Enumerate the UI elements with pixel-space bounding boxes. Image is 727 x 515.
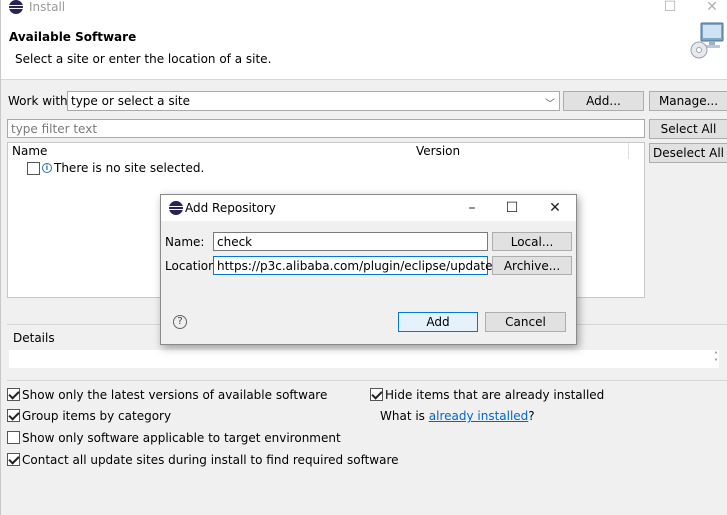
- filter-input[interactable]: type filter text: [7, 119, 645, 138]
- table-row-checkbox[interactable]: [27, 162, 40, 175]
- latest-versions-label[interactable]: Show only the latest versions of availab…: [22, 388, 327, 402]
- location-label: Location:: [165, 259, 220, 273]
- work-with-input[interactable]: type or select a site: [71, 94, 190, 108]
- work-with-combo[interactable]: type or select a site ﹀: [67, 91, 560, 111]
- select-all-button[interactable]: Select All: [649, 119, 727, 139]
- dialog-title: Add Repository: [185, 201, 276, 215]
- eclipse-logo-icon: [169, 201, 183, 215]
- target-environment-label[interactable]: Show only software applicable to target …: [22, 431, 341, 445]
- maximize-icon[interactable]: ☐: [503, 199, 521, 217]
- eclipse-logo-icon: [9, 0, 23, 14]
- column-header-version[interactable]: Version: [416, 144, 460, 158]
- options-separator: [7, 380, 727, 381]
- column-divider: [628, 143, 629, 159]
- group-by-category-label[interactable]: Group items by category: [22, 409, 171, 423]
- details-label: Details: [13, 331, 55, 345]
- minimize-icon[interactable]: –: [463, 199, 481, 217]
- help-icon[interactable]: ?: [173, 315, 187, 329]
- archive-button[interactable]: Archive...: [492, 256, 572, 275]
- what-is-installed-text: What is already installed?: [380, 409, 535, 423]
- latest-versions-checkbox[interactable]: [7, 388, 20, 401]
- window-title: Install: [29, 0, 66, 14]
- column-header-name[interactable]: Name: [12, 144, 47, 158]
- location-field[interactable]: https://p3c.alibaba.com/plugin/eclipse/u…: [213, 256, 493, 275]
- close-icon[interactable]: ✕: [704, 0, 720, 16]
- info-icon: i: [42, 163, 52, 173]
- add-button[interactable]: Add: [398, 312, 478, 332]
- close-icon[interactable]: ✕: [546, 199, 564, 217]
- deselect-all-button[interactable]: Deselect All: [649, 143, 727, 163]
- contact-sites-label[interactable]: Contact all update sites during install …: [22, 453, 399, 467]
- maximize-icon[interactable]: ☐: [662, 0, 678, 16]
- dialog-title-bar: Add Repository – ☐ ✕: [161, 195, 576, 221]
- work-with-label: Work with:: [8, 94, 72, 108]
- details-scroll-icon[interactable]: ˄ ˅: [714, 352, 718, 367]
- name-label: Name:: [165, 235, 205, 249]
- manage-button[interactable]: Manage...: [649, 91, 727, 111]
- wizard-header: Available Software Select a site or ente…: [1, 16, 727, 80]
- add-repository-dialog: Add Repository – ☐ ✕ Name: check Local..…: [160, 194, 577, 345]
- page-subtitle: Select a site or enter the location of a…: [15, 52, 272, 66]
- add-site-button[interactable]: Add...: [563, 91, 644, 111]
- page-title: Available Software: [9, 30, 137, 44]
- already-installed-link[interactable]: already installed: [429, 409, 529, 423]
- install-window: Install ☐ ✕ Available Software Select a …: [0, 0, 727, 515]
- cancel-button[interactable]: Cancel: [485, 312, 566, 332]
- hide-installed-checkbox[interactable]: [370, 388, 383, 401]
- group-by-category-checkbox[interactable]: [7, 409, 20, 422]
- filter-placeholder: type filter text: [11, 122, 98, 136]
- name-field[interactable]: check: [213, 232, 488, 251]
- contact-sites-checkbox[interactable]: [7, 453, 20, 466]
- location-value: https://p3c.alibaba.com/plugin/eclipse/u…: [217, 259, 493, 273]
- local-button[interactable]: Local...: [492, 232, 572, 251]
- chevron-down-icon[interactable]: ﹀: [545, 95, 555, 110]
- hide-installed-label[interactable]: Hide items that are already installed: [385, 388, 604, 402]
- title-bar: Install ☐ ✕: [1, 0, 727, 16]
- name-value: check: [217, 235, 253, 249]
- details-area[interactable]: [9, 350, 719, 368]
- target-environment-checkbox[interactable]: [7, 431, 20, 444]
- install-computer-icon: [690, 22, 724, 59]
- table-row-label: There is no site selected.: [54, 161, 205, 175]
